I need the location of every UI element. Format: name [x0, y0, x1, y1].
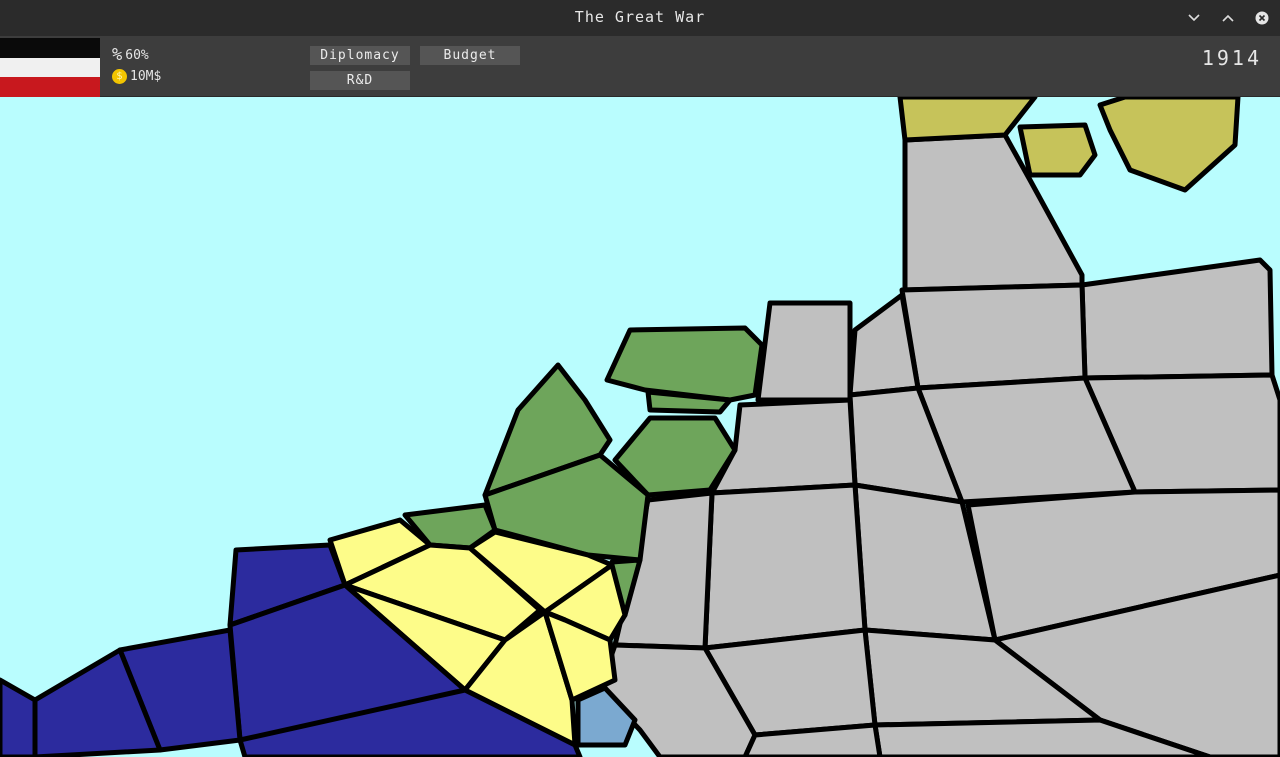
province-olive[interactable] — [1017, 122, 1098, 178]
budget-button[interactable]: Budget — [420, 46, 520, 65]
flag-stripe-red — [0, 77, 100, 97]
maximize-button[interactable] — [1218, 8, 1238, 28]
coin-icon: $ — [112, 69, 127, 84]
flag-stripe-black — [0, 38, 100, 58]
minimize-button[interactable] — [1184, 8, 1204, 28]
window-title: The Great War — [574, 8, 706, 26]
year-display: 1914 — [1201, 46, 1262, 70]
window-titlebar: The Great War — [0, 0, 1280, 36]
diplomacy-button[interactable]: Diplomacy — [310, 46, 410, 65]
chevron-down-icon — [1188, 14, 1200, 22]
money-value: 10M$ — [130, 69, 162, 84]
hud-bar: % 60% $ 10M$ Diplomacy Budget R&D 1914 — [0, 36, 1280, 97]
nation-flag — [0, 38, 100, 97]
flag-stripe-white — [0, 57, 100, 78]
province-grey[interactable] — [899, 282, 1088, 391]
approval-stat: % 60% — [112, 45, 149, 65]
rnd-button[interactable]: R&D — [310, 71, 410, 90]
close-button[interactable] — [1252, 8, 1272, 28]
world-map[interactable] — [0, 97, 1280, 757]
approval-value: 60% — [125, 47, 149, 63]
province-grey[interactable] — [702, 482, 868, 651]
close-icon — [1255, 11, 1269, 25]
chevron-up-icon — [1222, 14, 1234, 22]
province-grey[interactable] — [755, 300, 853, 403]
money-stat: $ 10M$ — [112, 69, 161, 84]
percent-icon: % — [112, 45, 123, 65]
